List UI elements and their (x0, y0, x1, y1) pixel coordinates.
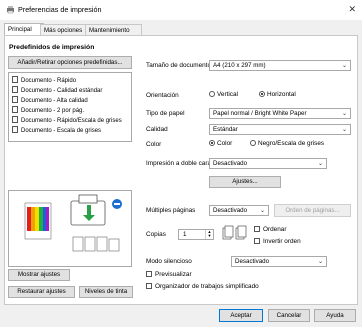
restore-defaults-button[interactable]: Restaurar ajustes (8, 286, 75, 298)
radio-icon (250, 140, 256, 146)
document-icon (12, 126, 18, 133)
chevron-down-icon: ⌄ (259, 208, 265, 214)
printer-illustration (24, 194, 122, 252)
color-radio[interactable]: Color (209, 140, 232, 147)
paper-type-label: Tipo de papel (146, 110, 185, 117)
paper-type-select[interactable]: Papel normal / Bright White Paper ⌄ (209, 108, 351, 119)
chevron-down-icon: ⌄ (341, 127, 347, 133)
checkbox-icon (146, 271, 152, 277)
list-item[interactable]: Documento - 2 por pág. (12, 106, 84, 114)
chevron-down-icon: ⌄ (341, 111, 347, 117)
printer-icon (7, 6, 14, 14)
ok-button[interactable]: Aceptar (219, 309, 263, 322)
chevron-down-icon: ⌄ (341, 63, 347, 69)
copies-stepper[interactable]: 1 ▲ ▼ (178, 229, 214, 240)
cancel-button[interactable]: Cancelar (268, 309, 310, 322)
quiet-mode-select[interactable]: Desactivado ⌄ (231, 256, 327, 267)
orientation-horizontal-radio[interactable]: Horizontal (259, 91, 296, 98)
duplex-label: Impresión a doble cara (146, 160, 212, 167)
list-item[interactable]: Documento - Escala de grises (12, 126, 101, 134)
preview-checkbox[interactable]: Previsualizar (146, 271, 192, 278)
doc-size-select[interactable]: A4 (210 x 297 mm) ⌄ (209, 60, 351, 71)
page-order-button[interactable]: Orden de páginas... (274, 204, 351, 217)
spinner-arrows-icon[interactable]: ▲ ▼ (205, 230, 213, 239)
checkbox-icon (146, 283, 152, 289)
presets-heading: Predefinidos de impresión (9, 44, 95, 51)
title-bar: Preferencias de impresión ✕ (0, 0, 362, 20)
radio-selected-icon (259, 91, 265, 97)
list-item[interactable]: Documento - Calidad estándar (12, 86, 102, 94)
chevron-down-icon: ⌄ (317, 259, 323, 265)
document-icon (12, 76, 18, 83)
radio-icon (209, 91, 215, 97)
add-remove-presets-button[interactable]: Añadir/Retirar opciones predefinidas... (8, 56, 132, 69)
list-item[interactable]: Documento - Rápido (12, 76, 76, 84)
copies-label: Copias (146, 231, 166, 238)
duplex-settings-button[interactable]: Ajustes... (209, 176, 281, 188)
quality-label: Calidad (146, 126, 168, 133)
show-settings-button[interactable]: Mostrar ajustes (8, 269, 70, 281)
collate-icon (222, 225, 247, 240)
document-icon (12, 96, 18, 103)
reverse-order-checkbox[interactable]: Invertir orden (254, 238, 301, 245)
quiet-mode-label: Modo silencioso (146, 258, 192, 265)
checkbox-icon (254, 226, 260, 232)
quality-select[interactable]: Estándar ⌄ (209, 124, 351, 135)
simplified-organizer-checkbox[interactable]: Organizador de trabajos simplificado (146, 283, 259, 290)
print-preview (8, 190, 132, 267)
window-title: Preferencias de impresión (18, 5, 102, 14)
list-item[interactable]: Documento - Rápido/Escala de grises (12, 116, 122, 124)
multipage-label: Múltiples páginas (146, 207, 196, 214)
document-icon (12, 116, 18, 123)
collate-checkbox[interactable]: Ordenar (254, 226, 286, 233)
duplex-select[interactable]: Desactivado ⌄ (209, 158, 327, 169)
chevron-down-icon: ⌄ (317, 161, 323, 167)
help-button[interactable]: Ayuda (314, 309, 356, 322)
doc-size-label: Tamaño de documento (146, 62, 212, 69)
checkbox-icon (254, 238, 260, 244)
orientation-vertical-radio[interactable]: Vertical (209, 91, 238, 98)
presets-list[interactable]: Documento - Rápido Documento - Calidad e… (8, 72, 132, 142)
color-label: Color (146, 141, 162, 148)
multipage-select[interactable]: Desactivado ⌄ (209, 205, 269, 216)
ink-levels-button[interactable]: Niveles de tinta (79, 286, 133, 298)
close-icon[interactable]: ✕ (348, 4, 356, 15)
orientation-label: Orientación (146, 92, 179, 99)
document-icon (12, 106, 18, 113)
grayscale-radio[interactable]: Negro/Escala de grises (250, 140, 324, 147)
document-icon (12, 86, 18, 93)
radio-selected-icon (209, 140, 215, 146)
list-item[interactable]: Documento - Alta calidad (12, 96, 88, 104)
